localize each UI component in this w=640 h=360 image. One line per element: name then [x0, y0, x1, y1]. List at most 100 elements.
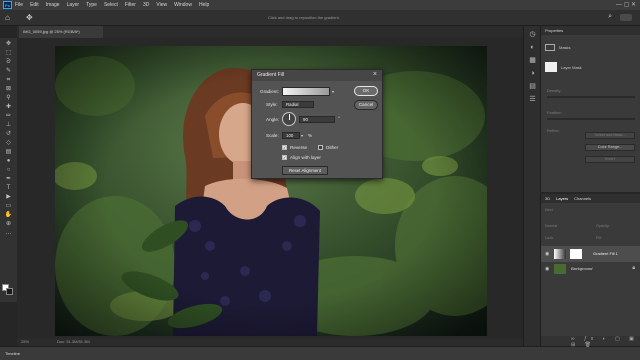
- dither-label: Dither: [326, 145, 339, 150]
- blend-mode-select[interactable]: Normal: [545, 224, 557, 228]
- marquee-icon[interactable]: ⬚: [4, 50, 13, 56]
- angle-indicator: [289, 114, 290, 120]
- angle-label: Angle:: [266, 117, 280, 122]
- document-tab[interactable]: IMG_0059.jpg @ 25% (RGB/8*): [19, 26, 103, 38]
- crop-icon[interactable]: ⌗: [4, 77, 13, 83]
- move-tool-icon[interactable]: ✥: [26, 13, 33, 22]
- workspace-switcher[interactable]: [620, 14, 632, 21]
- shape-icon[interactable]: ▭: [4, 203, 13, 209]
- menu-type[interactable]: Type: [86, 2, 97, 8]
- timeline-label[interactable]: Timeline: [5, 351, 20, 356]
- eyedropper-icon[interactable]: ⚲: [4, 95, 13, 101]
- pen-icon[interactable]: ✒: [4, 176, 13, 182]
- frame-icon[interactable]: ⊠: [4, 86, 13, 92]
- lasso-icon[interactable]: ᘐ: [4, 59, 13, 65]
- scale-input[interactable]: 100: [282, 132, 300, 139]
- hand-icon[interactable]: ✋: [4, 212, 13, 218]
- layer-name[interactable]: Background: [571, 266, 592, 271]
- menu-filter[interactable]: Filter: [125, 2, 136, 8]
- background-color-swatch[interactable]: [6, 288, 13, 295]
- angle-input[interactable]: 90: [299, 116, 335, 123]
- close-icon[interactable]: ×: [373, 71, 377, 78]
- layer-mask-label: Layer Mask: [561, 65, 582, 70]
- tab-3d[interactable]: 3D: [545, 194, 550, 203]
- feather-slider[interactable]: [547, 118, 635, 120]
- blur-icon[interactable]: ●: [4, 158, 13, 164]
- search-icon[interactable]: ⌕: [608, 13, 612, 21]
- menu-image[interactable]: Image: [46, 2, 60, 8]
- reset-alignment-button[interactable]: Reset Alignment: [282, 166, 328, 175]
- menu-select[interactable]: Select: [104, 2, 118, 8]
- history-icon[interactable]: ◷: [528, 30, 537, 39]
- more-icon[interactable]: …: [4, 230, 13, 236]
- opacity-label: Opacity:: [596, 224, 610, 228]
- zoom-icon[interactable]: ⊕: [4, 221, 13, 227]
- path-select-icon[interactable]: ▶: [4, 194, 13, 200]
- menu-view[interactable]: View: [156, 2, 167, 8]
- libraries-icon[interactable]: ▤: [528, 82, 537, 91]
- layer-mask-thumb: [570, 249, 582, 259]
- eye-icon[interactable]: ◉: [545, 251, 549, 257]
- menu-window[interactable]: Window: [174, 2, 192, 8]
- cancel-button[interactable]: Cancel: [354, 100, 378, 110]
- angle-dial[interactable]: [282, 112, 296, 126]
- layer-mask-thumbnail[interactable]: [545, 62, 557, 72]
- style-label: Style:: [266, 102, 278, 107]
- fill-label: Fill:: [596, 236, 602, 240]
- lock-icon: 🔒︎: [632, 265, 635, 271]
- dodge-icon[interactable]: ○: [4, 167, 13, 173]
- dither-checkbox[interactable]: [318, 145, 323, 150]
- layers-footer[interactable]: ∞ ƒx ◐ ▢ ▣ ⊞ 🗑︎: [541, 336, 640, 348]
- zoom-level[interactable]: 25%: [21, 339, 29, 344]
- layer-row[interactable]: ◉ Background 🔒︎: [541, 262, 640, 276]
- angle-unit: °: [338, 116, 340, 121]
- home-icon[interactable]: ⌂: [5, 13, 10, 22]
- kind-filter[interactable]: Kind: [545, 208, 553, 212]
- background-thumbnail: [554, 264, 566, 274]
- color-range-button[interactable]: Color Range...: [585, 144, 635, 151]
- menu-help[interactable]: Help: [199, 2, 209, 8]
- gradient-preview[interactable]: [282, 87, 330, 96]
- invert-button[interactable]: Invert: [585, 156, 635, 163]
- healing-icon[interactable]: ✚: [4, 104, 13, 110]
- tab-layers[interactable]: Layers: [556, 194, 568, 203]
- gradient-label: Gradient:: [260, 89, 279, 94]
- menu-file[interactable]: File: [15, 2, 23, 8]
- gradient-icon[interactable]: ▤: [4, 149, 13, 155]
- document-info: Doc: 51.3M/51.3M: [57, 339, 90, 344]
- ok-button[interactable]: OK: [354, 86, 378, 96]
- reverse-label: Reverse: [290, 145, 308, 150]
- density-label: Density:: [547, 88, 562, 93]
- quick-select-icon[interactable]: ✎: [4, 68, 13, 74]
- align-with-layer-checkbox[interactable]: ✓: [282, 155, 287, 160]
- tab-channels[interactable]: Channels: [574, 194, 591, 203]
- layer-row[interactable]: ◉ Gradient Fill 1: [541, 246, 640, 262]
- menu-edit[interactable]: Edit: [30, 2, 39, 8]
- layer-name[interactable]: Gradient Fill 1: [593, 251, 618, 256]
- menu-layer[interactable]: Layer: [67, 2, 80, 8]
- eraser-icon[interactable]: ◇: [4, 140, 13, 146]
- stamp-icon[interactable]: ⊥: [4, 122, 13, 128]
- density-slider[interactable]: [547, 96, 635, 98]
- menu-3d[interactable]: 3D: [143, 2, 149, 8]
- properties-header[interactable]: Properties: [541, 26, 640, 35]
- color-icon[interactable]: ◐: [528, 43, 537, 52]
- scale-dropdown-icon[interactable]: ▾: [301, 133, 303, 138]
- adjustments-icon[interactable]: ◑: [528, 69, 537, 78]
- properties-icon[interactable]: ☰: [528, 95, 537, 104]
- eye-icon[interactable]: ◉: [545, 266, 549, 272]
- chevron-down-icon[interactable]: ▾: [332, 89, 334, 94]
- swatches-icon[interactable]: ▦: [528, 56, 537, 65]
- window-controls[interactable]: — ▢ ✕: [616, 1, 636, 8]
- photoshop-logo: Ps: [3, 1, 12, 9]
- style-select[interactable]: Radial: [282, 101, 314, 108]
- menu-bar: Ps File Edit Image Layer Type Select Fil…: [0, 0, 640, 10]
- type-icon[interactable]: T: [4, 185, 13, 191]
- move-icon[interactable]: ✥: [4, 41, 13, 47]
- brush-icon[interactable]: ✏: [4, 113, 13, 119]
- reverse-checkbox[interactable]: ✓: [282, 145, 287, 150]
- history-brush-icon[interactable]: ↺: [4, 131, 13, 137]
- select-and-mask-button[interactable]: Select and Mask...: [585, 132, 635, 139]
- document-tab-bar: IMG_0059.jpg @ 25% (RGB/8*): [17, 26, 523, 38]
- status-bar: 25% Doc: 51.3M/51.3M: [17, 338, 523, 346]
